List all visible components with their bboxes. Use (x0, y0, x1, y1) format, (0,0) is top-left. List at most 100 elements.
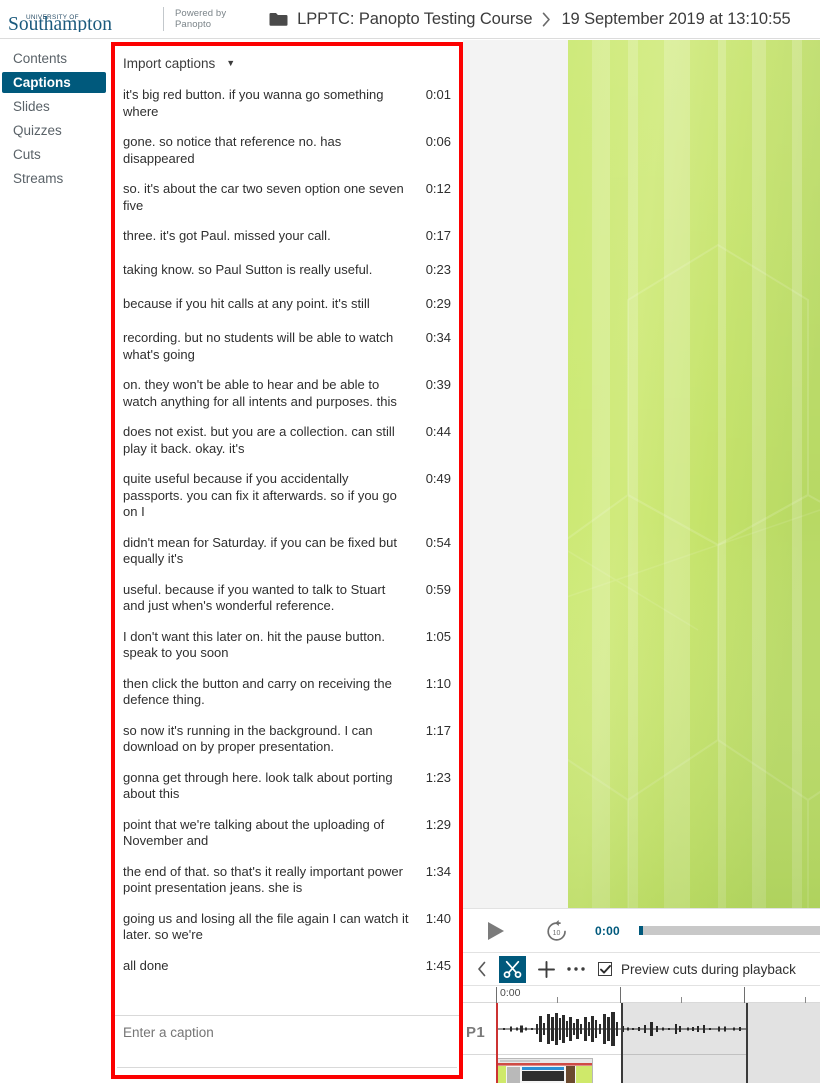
caption-timestamp: 0:59 (425, 581, 451, 597)
svg-text:Southampton: Southampton (8, 14, 112, 32)
caption-text[interactable]: gonna get through here. look talk about … (123, 770, 417, 803)
caption-row[interactable]: point that we're talking about the uploa… (115, 810, 459, 857)
timeline-playhead[interactable] (496, 1003, 498, 1083)
caption-row[interactable]: taking know. so Paul Sutton is really us… (115, 255, 459, 289)
rewind-10-button[interactable]: 10 (543, 918, 569, 944)
caption-text[interactable]: quite useful because if you accidentally… (123, 471, 417, 521)
caption-text[interactable]: so. it's about the car two seven option … (123, 181, 417, 214)
breadcrumb-session-title[interactable]: 19 September 2019 at 13:10:55 (561, 10, 790, 29)
captions-panel: Import captions ▼ it's big red button. i… (115, 46, 459, 1075)
caption-text[interactable]: gone. so notice that reference no. has d… (123, 134, 417, 167)
video-frame-image (568, 40, 820, 908)
timeline-ruler[interactable]: 0:00 (463, 986, 820, 1003)
breadcrumb-course-link[interactable]: LPPTC: Panopto Testing Course (297, 10, 532, 29)
caption-timestamp: 1:29 (425, 816, 451, 832)
caption-text[interactable]: then click the button and carry on recei… (123, 676, 417, 709)
caption-text[interactable]: it's big red button. if you wanna go som… (123, 87, 417, 120)
caption-timestamp: 0:54 (425, 534, 451, 550)
caption-timestamp: 0:23 (425, 262, 451, 277)
caption-row[interactable]: didn't mean for Saturday. if you can be … (115, 528, 459, 575)
new-caption-input[interactable] (123, 1025, 451, 1040)
import-captions-label: Import captions (123, 55, 216, 71)
video-preview[interactable] (568, 40, 820, 908)
caption-row[interactable]: then click the button and carry on recei… (115, 669, 459, 716)
timeline-panel[interactable]: 0:00 P1 (463, 986, 820, 1083)
caption-timestamp: 1:40 (425, 910, 451, 926)
new-caption-divider (117, 1067, 457, 1068)
sidebar-item-contents[interactable]: Contents (2, 48, 108, 69)
caption-timestamp: 1:17 (425, 722, 451, 738)
current-time-label: 0:00 (595, 923, 620, 938)
caption-row[interactable]: so. it's about the car two seven option … (115, 174, 459, 221)
caption-text[interactable]: so now it's running in the background. I… (123, 723, 417, 756)
sidebar-item-slides[interactable]: Slides (2, 96, 108, 117)
sidebar-item-captions[interactable]: Captions (2, 72, 106, 93)
caption-row[interactable]: gone. so notice that reference no. has d… (115, 127, 459, 174)
caption-text[interactable]: the end of that. so that's it really imp… (123, 864, 417, 897)
caption-row[interactable]: on. they won't be able to hear and be ab… (115, 370, 459, 417)
timeline-thumbnail[interactable] (497, 1058, 593, 1083)
caption-row[interactable]: does not exist. but you are a collection… (115, 417, 459, 464)
preview-cuts-toggle[interactable]: Preview cuts during playback (598, 962, 796, 977)
import-captions-dropdown[interactable]: Import captions ▼ (115, 46, 459, 80)
play-button[interactable] (483, 918, 509, 944)
scrubber-handle[interactable] (638, 926, 643, 935)
checkmark-icon (599, 964, 611, 974)
collapse-timeline-button[interactable] (469, 953, 495, 985)
sidebar-item-cuts[interactable]: Cuts (2, 144, 108, 165)
caption-row[interactable]: three. it's got Paul. missed your call. 0… (115, 221, 459, 255)
caption-timestamp: 0:01 (425, 87, 451, 102)
caption-text[interactable]: three. it's got Paul. missed your call. (123, 228, 417, 245)
chevron-left-icon (478, 961, 486, 977)
scissors-icon (503, 960, 522, 978)
caption-row[interactable]: useful. because if you wanted to talk to… (115, 575, 459, 622)
preview-cuts-checkbox[interactable] (598, 962, 612, 976)
caption-row[interactable]: I don't want this later on. hit the paus… (115, 622, 459, 669)
sidebar-nav: Contents Captions Slides Quizzes Cuts St… (0, 40, 110, 1083)
caption-timestamp: 0:12 (425, 181, 451, 196)
caption-row[interactable]: recording. but no students will be able … (115, 323, 459, 370)
caption-text[interactable]: I don't want this later on. hit the paus… (123, 629, 417, 662)
caption-text[interactable]: useful. because if you wanted to talk to… (123, 582, 417, 615)
caption-text[interactable]: because if you hit calls at any point. i… (123, 296, 417, 313)
caption-text[interactable]: does not exist. but you are a collection… (123, 424, 417, 457)
caption-row[interactable]: the end of that. so that's it really imp… (115, 857, 459, 904)
plus-icon (537, 960, 555, 978)
new-caption-row[interactable] (115, 1015, 459, 1075)
caption-row[interactable]: so now it's running in the background. I… (115, 716, 459, 763)
edit-toolbar: Preview cuts during playback (463, 952, 820, 986)
caption-text[interactable]: on. they won't be able to hear and be ab… (123, 377, 417, 410)
powered-by-panopto-label: Powered by Panopto (175, 8, 227, 30)
caption-list[interactable]: it's big red button. if you wanna go som… (115, 80, 459, 1015)
svg-text:10: 10 (552, 930, 560, 937)
caption-row[interactable]: gonna get through here. look talk about … (115, 763, 459, 810)
caption-text[interactable]: point that we're talking about the uploa… (123, 817, 417, 850)
sidebar-item-quizzes[interactable]: Quizzes (2, 120, 108, 141)
caption-timestamp: 0:49 (425, 471, 451, 486)
caption-text[interactable]: recording. but no students will be able … (123, 330, 417, 363)
caption-text[interactable]: all done (123, 958, 417, 975)
caption-text[interactable]: going us and losing all the file again I… (123, 911, 417, 944)
rewind-10-icon: 10 (546, 920, 566, 941)
caption-text[interactable]: didn't mean for Saturday. if you can be … (123, 535, 417, 568)
caption-timestamp: 0:44 (425, 424, 451, 439)
caption-timestamp: 0:06 (425, 134, 451, 149)
sidebar-item-label: Contents (13, 51, 68, 66)
caption-text[interactable]: taking know. so Paul Sutton is really us… (123, 262, 417, 279)
ruler-start-label: 0:00 (500, 987, 521, 999)
caption-row[interactable]: because if you hit calls at any point. i… (115, 289, 459, 323)
add-cut-button[interactable] (532, 955, 560, 983)
university-of-southampton-logo: UNIVERSITY OF Southampton (8, 14, 112, 32)
cut-tool-button[interactable] (499, 955, 526, 983)
ruler-tick (744, 987, 745, 1003)
caption-row[interactable]: quite useful because if you accidentally… (115, 464, 459, 528)
playback-scrubber[interactable] (638, 926, 820, 935)
caption-row[interactable]: going us and losing all the file again I… (115, 904, 459, 951)
more-options-button[interactable] (562, 955, 590, 983)
caption-row[interactable]: all done 1:45 (115, 951, 459, 985)
timeline-thumbnail-track[interactable] (463, 1055, 820, 1083)
caption-row[interactable]: it's big red button. if you wanna go som… (115, 80, 459, 127)
caption-timestamp: 0:39 (425, 377, 451, 392)
timeline-track-label: P1 (466, 1024, 486, 1041)
sidebar-item-streams[interactable]: Streams (2, 168, 108, 189)
